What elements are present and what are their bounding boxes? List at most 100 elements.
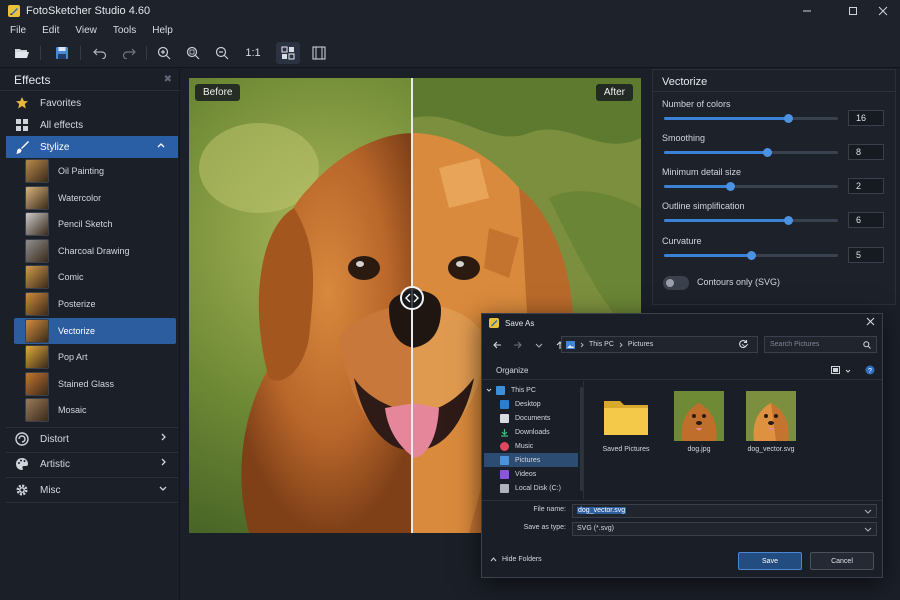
slider-knob[interactable] (762, 148, 772, 157)
full-view-button[interactable] (307, 42, 331, 64)
category-distort[interactable]: Distort (0, 428, 180, 450)
dialog-cancel-button[interactable]: Cancel (810, 552, 874, 570)
file-name-input[interactable]: dog_vector.svg (572, 504, 877, 518)
undo-button[interactable] (88, 42, 112, 64)
tree-item-downloads[interactable]: Downloads (500, 425, 578, 439)
zoom-fit-button[interactable] (181, 42, 205, 64)
category-misc[interactable]: Misc (0, 479, 180, 501)
effect-item-comic[interactable]: Comic (14, 264, 176, 290)
panel-close-icon[interactable]: ✖ (164, 74, 172, 85)
forward-button[interactable] (509, 336, 527, 354)
minimize-button[interactable] (784, 0, 830, 22)
curvature-slider[interactable] (664, 251, 838, 260)
redo-button[interactable] (117, 42, 141, 64)
effect-item-charcoal-drawing[interactable]: Charcoal Drawing (14, 238, 176, 264)
save-as-dialog: Save As This PC Pictures Search Pictures… (481, 313, 883, 578)
breadcrumb-this-pc[interactable]: This PC (589, 341, 614, 348)
chevron-down-icon (486, 388, 492, 392)
effect-item-posterize[interactable]: Posterize (14, 291, 176, 317)
hide-folders-button[interactable]: Hide Folders (490, 556, 542, 563)
save-toolbar-button[interactable] (50, 42, 74, 64)
tree-item-desktop[interactable]: Desktop (500, 397, 578, 411)
tree-item-local-disk[interactable]: Local Disk (C:) (500, 481, 578, 495)
slider-knob[interactable] (747, 251, 756, 260)
tree-item-documents[interactable]: Documents (500, 411, 578, 425)
colors-slider[interactable] (664, 114, 838, 123)
category-stylize[interactable]: Stylize (6, 136, 178, 158)
effect-thumbnail (25, 159, 49, 183)
effect-item-vectorize[interactable]: Vectorize (14, 317, 176, 344)
breadcrumb-pictures[interactable]: Pictures (628, 341, 653, 348)
recent-button[interactable] (530, 336, 548, 354)
chevron-down-icon[interactable] (845, 368, 851, 374)
effect-item-mosaic[interactable]: Mosaic (14, 397, 176, 423)
effect-item-label: Pencil Sketch (58, 219, 113, 230)
slider-knob[interactable] (783, 216, 793, 225)
effect-item-pop-art[interactable]: Pop Art (14, 344, 176, 370)
zoom-in-button[interactable] (152, 42, 176, 64)
zoom-out-button[interactable] (210, 42, 234, 64)
tree-item-this-pc[interactable]: This PC (486, 383, 578, 397)
param-label: Minimum detail size (662, 167, 742, 177)
menu-tools[interactable]: Tools (104, 25, 143, 36)
effect-thumbnail (25, 345, 49, 370)
menu-edit[interactable]: Edit (33, 25, 66, 36)
tree-scrollbar[interactable] (580, 387, 583, 491)
split-handle[interactable] (400, 286, 424, 310)
min-detail-slider[interactable] (664, 182, 838, 191)
zoom-fit-icon (186, 46, 200, 60)
effects-panel-title: Effects (14, 72, 51, 87)
address-bar[interactable]: This PC Pictures (561, 336, 758, 353)
slider-knob[interactable] (726, 182, 736, 191)
tree-item-videos[interactable]: Videos (500, 467, 578, 481)
dialog-close-button[interactable] (866, 317, 875, 329)
smoothing-slider[interactable] (664, 148, 838, 157)
chevron-up-icon (156, 140, 166, 153)
menu-file[interactable]: File (0, 25, 33, 36)
back-button[interactable] (488, 336, 506, 354)
actual-size-button[interactable]: 1:1 (240, 42, 266, 64)
file-name-label: dog_vector.svg (747, 446, 795, 453)
file-tile-saved-pictures[interactable]: Saved Pictures (593, 391, 659, 453)
colors-value-input[interactable]: 16 (848, 110, 884, 126)
organize-button[interactable]: Organize (496, 366, 528, 375)
view-options-icon[interactable] (831, 366, 841, 375)
category-all-effects[interactable]: All effects (0, 114, 180, 136)
grid-icon (14, 117, 30, 133)
gear-icon (14, 482, 30, 498)
refresh-icon[interactable] (738, 339, 748, 349)
slider-knob[interactable] (783, 114, 793, 123)
dialog-save-button[interactable]: Save (738, 552, 802, 570)
smoothing-value-input[interactable]: 8 (848, 144, 884, 160)
effect-item-pencil-sketch[interactable]: Pencil Sketch (14, 211, 176, 237)
help-icon[interactable]: ? (865, 365, 875, 375)
close-button[interactable] (860, 0, 900, 22)
curvature-value-input[interactable]: 5 (848, 247, 884, 263)
tree-item-pictures[interactable]: Pictures (484, 453, 578, 467)
outline-simplification-slider[interactable] (664, 216, 838, 225)
search-input[interactable]: Search Pictures (764, 336, 877, 353)
chevron-down-icon (158, 483, 168, 496)
toolbar-separator (146, 46, 147, 60)
file-tile-dog-jpg[interactable]: dog.jpg (666, 391, 732, 453)
drag-arrows-icon (405, 293, 419, 303)
menu-view[interactable]: View (66, 25, 104, 36)
category-artistic[interactable]: Artistic (0, 453, 180, 475)
save-type-field-label: Save as type: (523, 524, 566, 531)
vectorize-settings-panel: Vectorize Number of colors 16 Smoothing … (652, 69, 896, 305)
menu-help[interactable]: Help (143, 25, 180, 36)
contours-only-toggle[interactable] (663, 276, 689, 290)
category-favorites[interactable]: Favorites (0, 92, 180, 114)
outline-simplification-value-input[interactable]: 6 (848, 212, 884, 228)
tree-label: Downloads (515, 428, 550, 436)
pictures-icon (566, 340, 575, 349)
split-view-button[interactable] (276, 42, 300, 64)
file-tile-dog-vector-svg[interactable]: dog_vector.svg (738, 391, 804, 453)
min-detail-value-input[interactable]: 2 (848, 178, 884, 194)
tree-item-music[interactable]: Music (500, 439, 578, 453)
effect-item-oil-painting[interactable]: Oil Painting (14, 158, 176, 184)
save-type-select[interactable]: SVG (*.svg) (572, 522, 877, 536)
open-button[interactable] (10, 42, 34, 64)
effect-item-watercolor[interactable]: Watercolor (14, 185, 176, 211)
effect-item-stained-glass[interactable]: Stained Glass (14, 371, 176, 397)
